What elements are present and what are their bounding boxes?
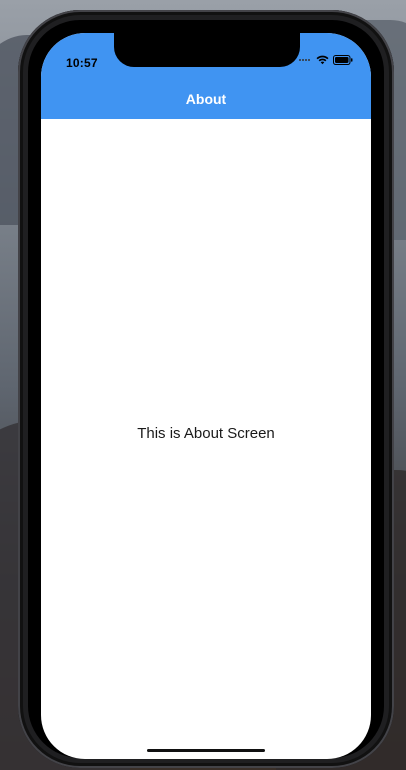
status-bar: 10:57 <box>41 33 371 79</box>
status-icons <box>299 55 353 65</box>
battery-icon <box>333 55 353 65</box>
main-content: This is About Screen <box>41 119 371 759</box>
wifi-icon <box>316 55 329 65</box>
navigation-bar: About <box>41 79 371 119</box>
status-time: 10:57 <box>66 56 98 70</box>
about-screen-text: This is About Screen <box>137 424 275 442</box>
page-title: About <box>185 91 227 107</box>
phone-frame: 10:57 About This is About Screen <box>18 10 394 768</box>
device-notch <box>114 33 300 67</box>
app-screen: 10:57 About This is About Screen <box>41 33 371 759</box>
signal-icon <box>299 59 310 61</box>
home-indicator[interactable] <box>147 749 265 752</box>
